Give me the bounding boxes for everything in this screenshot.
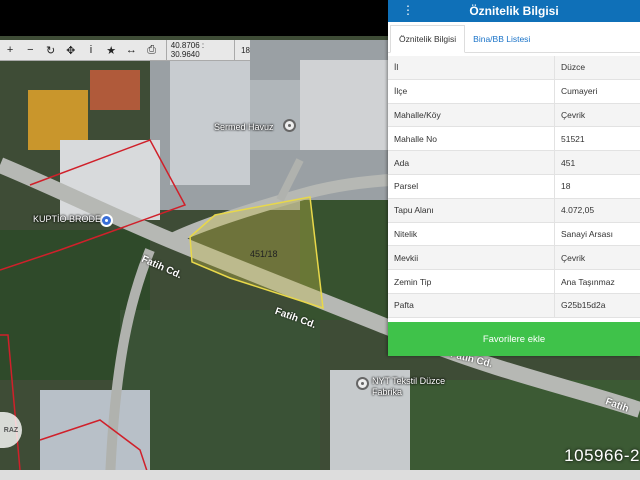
attr-key: Zemin Tip [388,269,555,294]
place-label-sermed: Sermed Havuz [214,122,274,132]
attr-value: 51521 [554,126,640,152]
coordinate-readout: 40.8706 : 30.9640 [165,40,236,60]
attr-key: Ada [388,150,555,175]
attr-key: Mevkii [388,245,555,271]
listing-id: 105966-2 [564,446,640,465]
attribute-panel: ⋮ Öznitelik Bilgisi Öznitelik Bilgisi Bi… [388,0,640,356]
bottom-bar [0,470,640,480]
table-row: İlçe Cumayeri [388,79,640,104]
table-row: Ada 451 [388,150,640,175]
parcel-label: 451/18 [250,249,278,259]
attr-key: Mahalle No [388,126,555,152]
target-icon[interactable]: ✥ [61,40,81,60]
attr-value: 18 [554,174,640,199]
table-row: Tapu Alanı 4.072,05 [388,198,640,223]
place-label-nyt: NYT Tekstil Düzce [372,376,446,386]
attr-key: İlçe [388,79,555,104]
attr-value: 4.072,05 [554,198,640,223]
print-icon[interactable]: ⎙ [142,40,162,60]
add-favorites-button[interactable]: Favorilere ekle [388,322,640,356]
table-row: Mahalle No 51521 [388,126,640,152]
attr-key: Tapu Alanı [388,198,555,223]
location-pin-icon[interactable] [283,119,296,132]
attr-key: Parsel [388,174,555,199]
attr-value: G25b15d2a [554,293,640,318]
attr-value: Çevrik [554,245,640,271]
place-label-nyt-2: Fabrika [372,387,403,397]
top-bar [0,0,390,36]
table-row: Mevkii Çevrik [388,245,640,271]
plus-icon[interactable]: + [0,40,20,60]
place-label-kuptio: KUPTİO BRODE [33,214,102,224]
attr-value: Ana Taşınmaz [554,269,640,294]
attr-value: 451 [554,150,640,175]
attr-value: Cumayeri [554,79,640,104]
panel-title: Öznitelik Bilgisi [469,4,559,18]
attr-value: Düzce [554,56,640,80]
attr-key: Nitelik [388,222,555,247]
tab-building-list[interactable]: Bina/BB Listesi [465,26,538,52]
attr-key: Mahalle/Köy [388,103,555,128]
attr-value: Çevrik [554,103,640,128]
star-icon[interactable]: ★ [101,40,121,60]
panel-header: ⋮ Öznitelik Bilgisi [388,0,640,22]
tab-attributes[interactable]: Öznitelik Bilgisi [390,25,466,53]
table-row: Parsel 18 [388,174,640,199]
table-row: Mahalle/Köy Çevrik [388,103,640,128]
location-pin-icon[interactable] [356,377,369,390]
info-icon[interactable]: i [81,40,101,60]
attr-value: Sanayi Arsası [554,222,640,247]
attr-key: Pafta [388,293,555,318]
table-row: Pafta G25b15d2a [388,293,640,318]
measure-icon[interactable]: ↔ [121,40,141,60]
map-toolbar: + − ↻ ✥ i ★ ↔ ⎙ 40.8706 : 30.9640 18 [0,40,250,61]
zoom-level: 18 [241,45,250,55]
table-row: Zemin Tip Ana Taşınmaz [388,269,640,294]
attribute-table: İl Düzce İlçe Cumayeri Mahalle/Köy Çevrik M… [388,56,640,318]
minus-icon[interactable]: − [20,40,40,60]
table-row: Nitelik Sanayi Arsası [388,222,640,247]
attr-key: İl [388,56,555,80]
panel-tabs: Öznitelik Bilgisi Bina/BB Listesi [388,22,640,53]
refresh-icon[interactable]: ↻ [40,40,60,60]
table-row: İl Düzce [388,56,640,80]
location-pin-icon[interactable] [100,214,113,227]
